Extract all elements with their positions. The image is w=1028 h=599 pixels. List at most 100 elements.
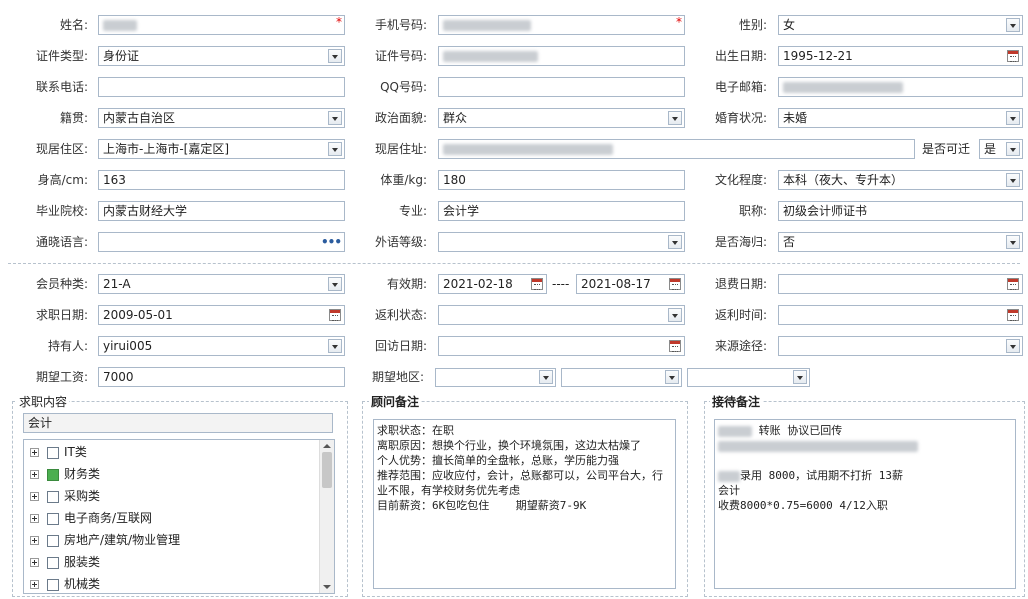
advisor-notes-textarea[interactable]: 求职状态：在职 离职原因：想换个行业，换个环境氛围，这边太枯燥了 个人优势：擅长… [373,419,676,589]
relocate-label: 是否可迁 [922,142,971,156]
tree-item[interactable]: 机械类 [30,574,100,593]
tree-item[interactable]: IT类 [30,442,87,462]
scroll-thumb[interactable] [322,452,332,488]
source-select[interactable] [778,336,1023,356]
chevron-down-icon[interactable] [668,235,682,249]
chevron-down-icon[interactable] [1006,18,1020,32]
checkbox-checked[interactable] [47,468,59,481]
expand-icon[interactable] [30,558,39,567]
native-select[interactable]: 内蒙古自治区 [98,108,345,128]
chevron-down-icon[interactable] [793,370,807,384]
calendar-icon[interactable] [1007,309,1019,321]
tree-item[interactable]: 电子商务/互联网 [30,508,152,528]
salary-field[interactable]: 7000 [98,367,345,387]
job-content-panel: 求职内容 会计 IT类 财务类 采购类 电子商务/互联网 房地产/建筑/物业管理… [12,394,348,597]
chevron-down-icon[interactable] [665,370,679,384]
tree-item[interactable]: 服装类 [30,552,100,572]
area-city-select[interactable] [561,368,682,387]
member-select[interactable]: 21-A [98,274,345,294]
major-field[interactable]: 会计学 [438,201,685,221]
gender-select[interactable]: 女 [778,15,1023,35]
chevron-down-icon[interactable] [328,49,342,63]
residence-select[interactable]: 上海市-上海市-[嘉定区] [98,139,345,159]
overseas-select[interactable]: 否 [778,232,1023,252]
chevron-down-icon[interactable] [1006,235,1020,249]
scroll-up-icon[interactable] [323,444,331,448]
calendar-icon[interactable] [1007,278,1019,290]
checkbox[interactable] [47,578,59,591]
name-field[interactable]: * [98,15,345,35]
jobdate-field[interactable]: 2009-05-01 [98,305,345,325]
checkbox[interactable] [47,512,59,525]
expand-icon[interactable] [30,470,39,479]
calendar-icon[interactable] [1007,50,1019,62]
weight-field[interactable]: 180 [438,170,685,190]
idno-field[interactable] [438,46,685,66]
expand-icon[interactable] [30,536,39,545]
expand-icon[interactable] [30,580,39,589]
marital-select[interactable]: 未婚 [778,108,1023,128]
visit-date-field[interactable] [438,336,685,356]
chevron-down-icon[interactable] [1006,173,1020,187]
idtype-select[interactable]: 身份证 [98,46,345,66]
checkbox[interactable] [47,446,59,459]
expand-icon[interactable] [30,492,39,501]
chevron-down-icon[interactable] [328,111,342,125]
checkbox[interactable] [47,490,59,503]
valid-from-field[interactable]: 2021-02-18 [438,274,547,294]
job-selected-field[interactable]: 会计 [23,413,333,433]
reception-notes-textarea[interactable]: 转账 协议已回传 录用 8000，试用期不打折 13薪 会计 收费8000*0.… [714,419,1016,589]
chevron-down-icon[interactable] [328,339,342,353]
valid-to-field[interactable]: 2021-08-17 [576,274,685,294]
refund-date-field[interactable] [778,274,1023,294]
area-district-select[interactable] [687,368,810,387]
school-field[interactable]: 内蒙古财经大学 [98,201,345,221]
relocate-select[interactable]: 是 [979,139,1023,159]
checkbox[interactable] [47,556,59,569]
holder-select[interactable]: yirui005 [98,336,345,356]
qq-field[interactable] [438,77,685,97]
calendar-icon[interactable] [669,278,681,290]
chevron-down-icon[interactable] [668,308,682,322]
tree-item-label: 电子商务/互联网 [64,511,153,525]
chevron-down-icon[interactable] [539,370,553,384]
tree-item[interactable]: 采购类 [30,486,100,506]
jobdate-label: 求职日期: [35,308,88,322]
rebate-status-select[interactable] [438,305,685,325]
checkbox[interactable] [47,534,59,547]
expand-icon[interactable] [30,514,39,523]
rebate-time-field[interactable] [778,305,1023,325]
scrollbar[interactable] [319,440,334,593]
title-field[interactable]: 初级会计师证书 [778,201,1023,221]
email-field[interactable] [778,77,1023,97]
chevron-down-icon[interactable] [1006,142,1020,156]
phone-field[interactable]: * [438,15,685,35]
chevron-down-icon[interactable] [668,111,682,125]
tree-item[interactable]: 房地产/建筑/物业管理 [30,530,180,550]
name-redacted [103,20,137,31]
tel-field[interactable] [98,77,345,97]
chevron-down-icon[interactable] [328,142,342,156]
chevron-down-icon[interactable] [1006,339,1020,353]
area-province-select[interactable] [435,368,556,387]
birth-date-field[interactable]: 1995-12-21 [778,46,1023,66]
political-select[interactable]: 群众 [438,108,685,128]
calendar-icon[interactable] [531,278,543,290]
job-selected-value: 会计 [28,416,53,430]
chevron-down-icon[interactable] [328,277,342,291]
area-label: 期望地区: [371,370,424,384]
calendar-icon[interactable] [329,309,341,321]
more-icon[interactable]: ••• [321,233,342,251]
address-field[interactable] [438,139,915,159]
expand-icon[interactable] [30,448,39,457]
height-field[interactable]: 163 [98,170,345,190]
calendar-icon[interactable] [669,340,681,352]
lang-field[interactable]: ••• [98,232,345,252]
scroll-down-icon[interactable] [323,585,331,589]
birth-value: 1995-12-21 [783,49,853,63]
edu-select[interactable]: 本科（夜大、专升本） [778,170,1023,190]
chevron-down-icon[interactable] [1006,111,1020,125]
edu-label: 文化程度: [714,173,767,187]
foreign-select[interactable] [438,232,685,252]
tree-item[interactable]: 财务类 [30,464,100,484]
